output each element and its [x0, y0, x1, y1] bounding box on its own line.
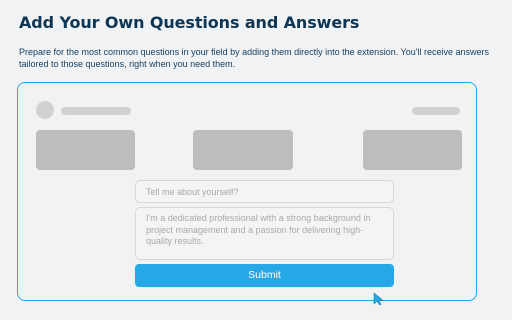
skeleton-card [36, 130, 135, 170]
mockup-frame: Tell me about yourself? I'm a dedicated … [17, 82, 477, 306]
answer-textarea[interactable]: I'm a dedicated professional with a stro… [135, 207, 394, 260]
skeleton-card [193, 130, 293, 170]
page-description: Prepare for the most common questions in… [19, 47, 489, 69]
submit-button[interactable]: Submit [135, 264, 394, 287]
avatar-placeholder [36, 101, 54, 119]
page-title: Add Your Own Questions and Answers [19, 13, 360, 32]
pointer-cursor-icon [373, 292, 384, 306]
skeleton-bar-right [412, 107, 460, 115]
skeleton-card [363, 130, 462, 170]
question-input[interactable]: Tell me about yourself? [135, 180, 394, 203]
skeleton-bar-left [61, 107, 131, 115]
